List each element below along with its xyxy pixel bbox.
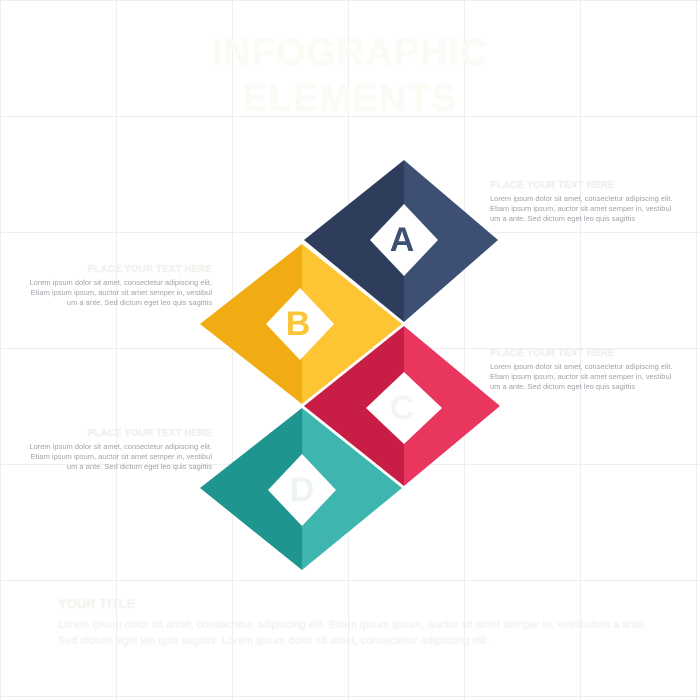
text-block-c-heading: PLACE YOUR TEXT HERE: [490, 348, 615, 359]
footer-body: Lorem ipsum dolor sit amet, consectetur …: [58, 619, 647, 647]
diamond-d-letter: D: [290, 471, 315, 509]
text-block-d-heading: PLACE YOUR TEXT HERE: [87, 428, 212, 439]
text-block-a: PLACE YOUR TEXT HERE Lorem ipsum dolor s…: [490, 180, 680, 224]
text-block-b-body: Lorem ipsum dolor sit amet, consectetur …: [29, 278, 212, 307]
text-block-a-heading: PLACE YOUR TEXT HERE: [490, 180, 615, 191]
text-block-c: PLACE YOUR TEXT HERE Lorem ipsum dolor s…: [490, 348, 680, 392]
text-block-d-body: Lorem ipsum dolor sit amet, consectetur …: [29, 442, 212, 471]
text-block-b-heading: PLACE YOUR TEXT HERE: [87, 264, 212, 275]
text-block-d: PLACE YOUR TEXT HERE Lorem ipsum dolor s…: [22, 428, 212, 472]
footer-heading: YOUR TITLE: [58, 596, 136, 611]
diamond-b-letter: B: [286, 305, 311, 343]
text-block-b: PLACE YOUR TEXT HERE Lorem ipsum dolor s…: [22, 264, 212, 308]
text-block-c-body: Lorem ipsum dolor sit amet, consectetur …: [490, 362, 673, 391]
footer: YOUR TITLE Lorem ipsum dolor sit amet, c…: [58, 596, 648, 649]
diamond-c-letter: C: [390, 389, 415, 427]
text-block-a-body: Lorem ipsum dolor sit amet, consectetur …: [490, 194, 673, 223]
diamond-a-letter: A: [390, 221, 415, 259]
